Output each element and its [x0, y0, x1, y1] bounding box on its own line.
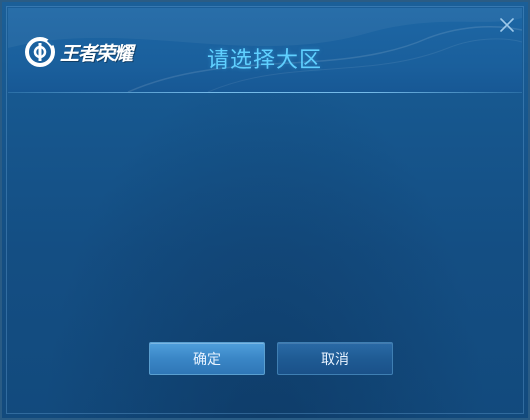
game-logo: 王者荣耀: [24, 36, 133, 68]
region-select-dialog: 王者荣耀 请选择大区 确定 取消: [0, 0, 530, 420]
game-logo-icon: [25, 37, 55, 67]
header-divider: [8, 92, 522, 93]
close-button[interactable]: [498, 16, 516, 34]
close-icon: [500, 18, 514, 32]
logo-text: 王者荣耀: [60, 42, 133, 65]
confirm-button[interactable]: 确定: [149, 342, 265, 375]
dialog-title: 请选择大区: [207, 48, 323, 73]
cancel-button[interactable]: 取消: [277, 342, 393, 375]
